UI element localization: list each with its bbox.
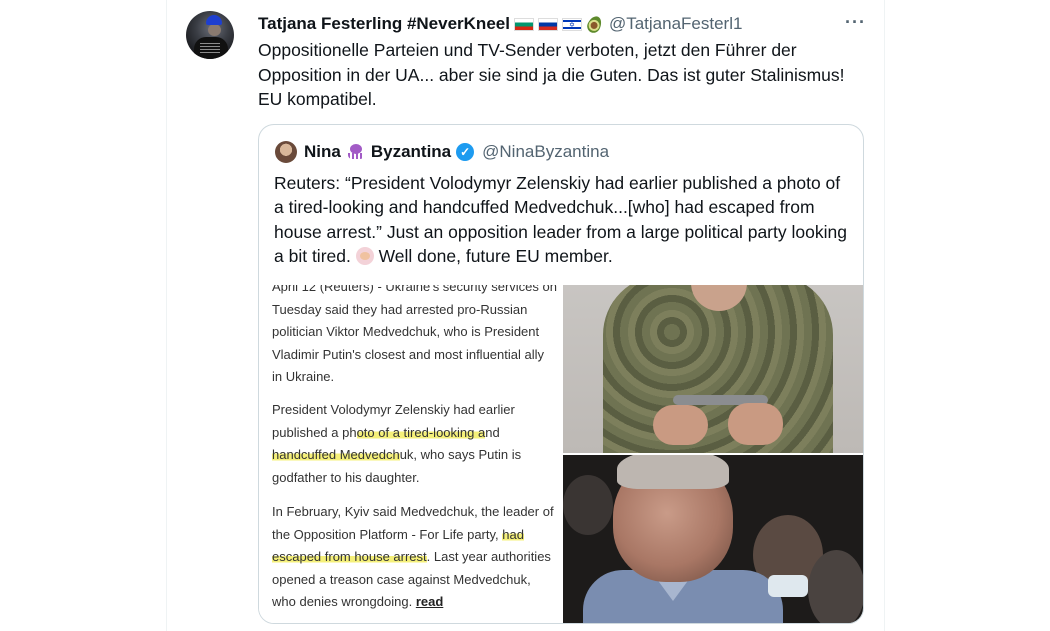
article-highlight: handcuffed Medvedch xyxy=(272,447,400,463)
tweet[interactable]: Tatjana Festerling #NeverKneel ✡ @Tatjan… xyxy=(167,0,884,631)
article-highlight: oto of a tired-looking a xyxy=(356,424,486,440)
tweet-text: Oppositionelle Parteien und TV-Sender ve… xyxy=(258,40,845,109)
russia-flag-icon xyxy=(537,17,558,31)
quote-author-name-last[interactable]: Byzantina xyxy=(371,142,451,162)
author-handle[interactable]: @TatjanaFesterl1 xyxy=(609,14,743,34)
more-options-icon[interactable]: ··· xyxy=(845,12,866,33)
quote-header: Nina Byzantina ✓ @NinaByzantina xyxy=(275,141,609,163)
article-paragraph-1: April 12 (Reuters) - Ukraine's security … xyxy=(272,285,557,385)
quote-author-name-first[interactable]: Nina xyxy=(304,142,341,162)
israel-flag-icon: ✡ xyxy=(561,17,582,31)
quote-text-end: Well done, future EU member. xyxy=(378,245,613,266)
article-paragraph-2: President Volodymyr Zelenskiy had earlie… xyxy=(272,399,557,489)
article-screenshot[interactable]: April 12 (Reuters) - Ukraine's security … xyxy=(259,285,562,623)
quoted-tweet[interactable]: Nina Byzantina ✓ @NinaByzantina Reuters:… xyxy=(258,124,864,624)
portrait-photo[interactable] xyxy=(563,455,863,623)
article-paragraph-3: In February, Kyiv said Medvedchuk, the l… xyxy=(272,501,557,614)
facepalm-emoji-icon xyxy=(355,246,374,265)
quote-text: Reuters: “President Volodymyr Zelenskiy … xyxy=(274,171,854,268)
octopus-icon xyxy=(347,144,365,160)
author-name[interactable]: Tatjana Festerling #NeverKneel xyxy=(258,14,510,34)
article-text: nd xyxy=(485,424,500,440)
tweet-header: Tatjana Festerling #NeverKneel ✡ @Tatjan… xyxy=(258,13,742,35)
bulgaria-flag-icon xyxy=(513,17,534,31)
timeline-right-border xyxy=(884,0,885,631)
handcuffed-photo[interactable] xyxy=(563,285,863,453)
author-avatar[interactable] xyxy=(186,11,234,59)
quote-author-avatar[interactable] xyxy=(275,141,297,163)
avocado-icon xyxy=(584,13,604,35)
read-more-link[interactable]: read xyxy=(416,594,443,609)
verified-badge-icon: ✓ xyxy=(456,143,475,161)
quote-author-handle[interactable]: @NinaByzantina xyxy=(482,142,609,162)
